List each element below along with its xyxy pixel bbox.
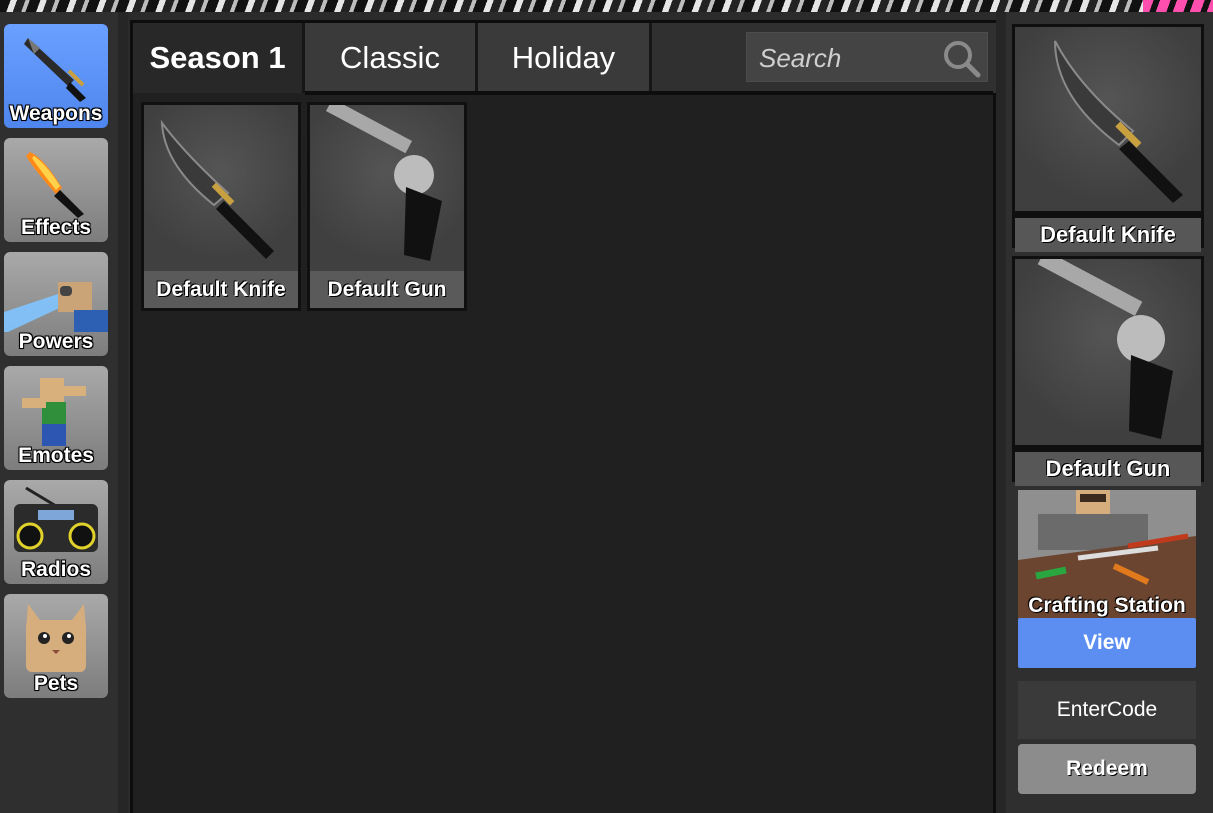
panel-divider [118, 12, 128, 813]
category-radios-button[interactable]: Radios [4, 480, 108, 584]
tab-season-1[interactable]: Season 1 [133, 23, 305, 93]
category-weapons-button[interactable]: Weapons [4, 24, 108, 128]
panel-divider [996, 12, 1006, 813]
category-effects-button[interactable]: Effects [4, 138, 108, 242]
knife-icon [24, 38, 86, 102]
flaming-knife-icon [26, 152, 84, 218]
item-name: Default Gun [310, 271, 464, 308]
equipped-knife-slot[interactable]: Default Knife [1012, 24, 1204, 252]
category-label: Effects [20, 216, 92, 239]
default-revolver-icon [310, 105, 464, 271]
category-label: Powers [18, 330, 94, 353]
tab-holiday[interactable]: Holiday [478, 23, 652, 93]
view-crafting-button[interactable]: View [1018, 618, 1196, 668]
category-label: Pets [33, 672, 79, 695]
tab-bar: Season 1 Classic Holiday [133, 23, 996, 93]
equipped-knife-icon [1015, 27, 1201, 211]
category-label: Weapons [9, 102, 103, 125]
search-icon[interactable] [941, 38, 981, 78]
equipped-knife-name: Default Knife [1015, 216, 1201, 252]
category-label: Radios [20, 558, 91, 581]
equipped-gun-slot[interactable]: Default Gun [1012, 250, 1204, 486]
category-pets-button[interactable]: Pets [4, 594, 108, 698]
inventory-item-default-knife[interactable]: Default Knife [141, 102, 301, 311]
search-box [746, 32, 988, 83]
item-name: Default Knife [144, 271, 298, 308]
category-label: Emotes [18, 444, 94, 467]
category-powers-button[interactable]: Powers [4, 252, 108, 356]
boombox-icon [14, 486, 98, 552]
tab-classic[interactable]: Classic [305, 23, 478, 93]
crafting-station-label: Crafting Station [1028, 594, 1186, 617]
inventory-item-default-gun[interactable]: Default Gun [307, 102, 467, 311]
cat-pet-icon [26, 604, 86, 672]
power-ray-icon [4, 282, 108, 332]
redeem-button[interactable]: Redeem [1018, 744, 1196, 794]
equipped-gun-icon [1015, 250, 1201, 445]
equipped-panel: Default Knife Default Gun Crafting Stati… [1006, 12, 1213, 813]
top-banner [0, 0, 1213, 12]
inventory-panel: Season 1 Classic Holiday Default Knife D… [130, 20, 996, 813]
category-sidebar: Weapons Effects Powers Emotes Radios Pet… [0, 12, 118, 813]
dancing-figure-icon [22, 378, 86, 446]
enter-code-field[interactable] [1018, 681, 1196, 739]
category-emotes-button[interactable]: Emotes [4, 366, 108, 470]
equipped-gun-name: Default Gun [1015, 450, 1201, 486]
crafting-station-card[interactable]: Crafting Station [1018, 490, 1196, 620]
default-knife-icon [144, 105, 298, 271]
search-input[interactable] [747, 33, 951, 83]
